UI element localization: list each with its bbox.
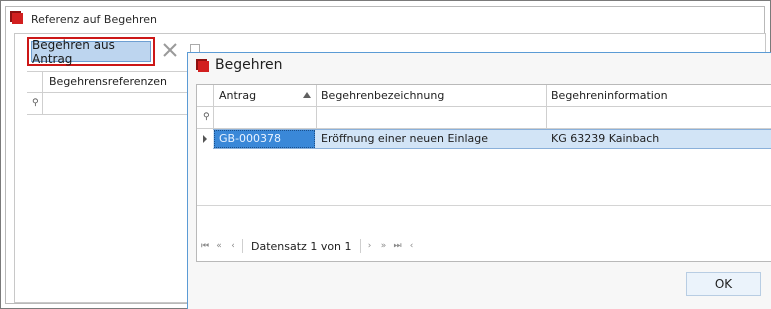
previous-page-icon[interactable]: « [212, 241, 226, 251]
row-indicator-icon [203, 135, 207, 143]
column-header-begehrenbezeichnung[interactable]: Begehrenbezeichnung [321, 89, 444, 102]
grid-filter-row[interactable] [197, 107, 771, 129]
cell-begehreninformation[interactable]: KG 63239 Kainbach [551, 132, 659, 145]
record-navigator: ⏮ « ‹ Datensatz 1 von 1 › » ⏭ ‹ [198, 236, 419, 256]
filter-pin-icon: ⚲ [32, 98, 39, 108]
previous-record-icon[interactable]: ‹ [226, 241, 240, 251]
grid-header [197, 85, 771, 107]
sort-ascending-icon [303, 92, 311, 98]
next-record-icon[interactable]: › [363, 241, 377, 251]
filter-pin-icon: ⚲ [203, 112, 210, 122]
next-page-icon[interactable]: » [377, 241, 391, 251]
column-header-begehreninformation[interactable]: Begehreninformation [551, 89, 668, 102]
first-record-icon[interactable]: ⏮ [198, 241, 212, 251]
highlight-frame: Begehren aus Antrag [27, 37, 155, 66]
ok-button[interactable]: OK [686, 272, 761, 296]
cell-antrag[interactable]: GB-000378 [219, 132, 281, 145]
begehren-aus-antrag-button[interactable]: Begehren aus Antrag [31, 38, 151, 66]
column-header-antrag[interactable]: Antrag [219, 89, 256, 102]
column-header-begehrensreferenzen[interactable]: Begehrensreferenzen [49, 75, 167, 88]
nav-divider [242, 239, 243, 253]
dialog-icon [198, 61, 209, 72]
scroll-left-icon[interactable]: ‹ [405, 241, 419, 251]
cell-begehrenbezeichnung[interactable]: Eröffnung einer neuen Einlage [321, 132, 488, 145]
close-icon[interactable] [162, 42, 178, 58]
app-icon [12, 13, 23, 24]
left-grid-filter-row[interactable] [27, 93, 187, 115]
record-position-text: Datensatz 1 von 1 [251, 239, 352, 253]
nav-divider [359, 239, 361, 253]
last-record-icon[interactable]: ⏭ [391, 241, 405, 251]
grid-footer-divider [197, 205, 771, 206]
dialog-title: Begehren [215, 57, 283, 73]
window-title: Referenz auf Begehren [31, 13, 157, 26]
